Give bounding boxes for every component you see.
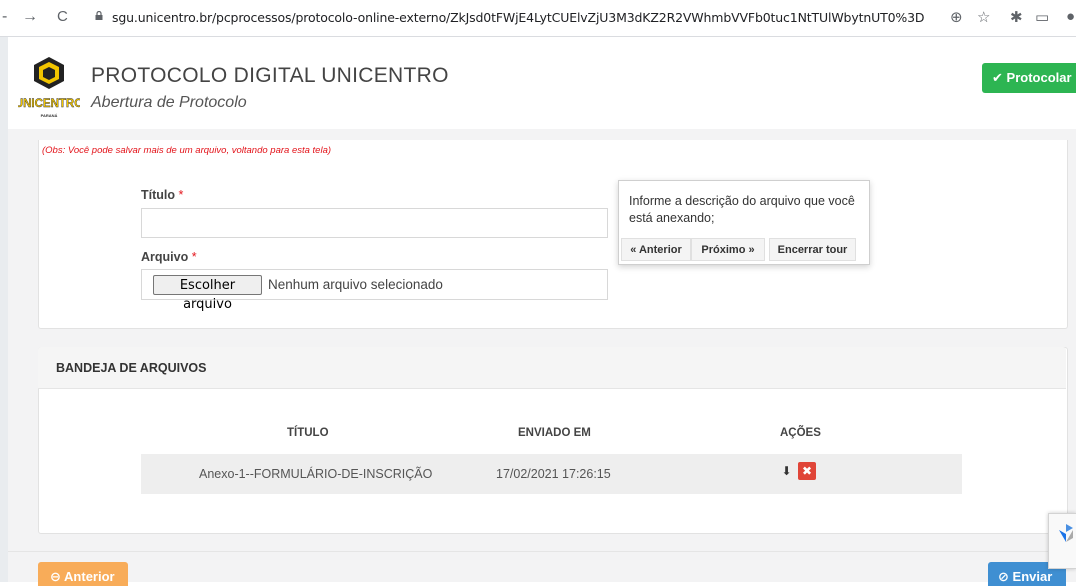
anterior-button[interactable]: ⊖ Anterior — [38, 562, 128, 586]
left-strip — [0, 37, 8, 582]
recaptcha-icon — [1059, 524, 1073, 542]
delete-icon[interactable]: ✖ — [798, 462, 816, 480]
address-bar[interactable]: sgu.unicentro.br/pcprocessos/protocolo-o… — [112, 10, 925, 25]
download-icon[interactable]: ⬇ — [779, 463, 794, 479]
page-header: UNICENTRO PARANÁ PROTOCOLO DIGITAL UNICE… — [8, 37, 1076, 129]
protocolar-label: Protocolar — [1006, 70, 1072, 85]
titulo-label: Título * — [141, 188, 184, 202]
recaptcha-badge[interactable] — [1048, 513, 1076, 569]
arquivo-label: Arquivo * — [141, 250, 197, 264]
lock-icon — [95, 11, 103, 20]
reload-icon[interactable]: C — [57, 8, 68, 26]
tour-next-button[interactable]: Próximo » — [691, 238, 765, 261]
bandeja-title: BANDEJA DE ARQUIVOS — [56, 361, 207, 375]
tour-prev-button[interactable]: « Anterior — [621, 238, 691, 261]
check-icon: ✔ — [992, 70, 1003, 85]
tour-end-button[interactable]: Encerrar tour — [769, 238, 856, 261]
choose-file-button[interactable]: Escolher arquivo — [153, 275, 262, 312]
row-enviado-em: 17/02/2021 17:26:15 — [496, 467, 611, 481]
zoom-icon[interactable]: ⊕ — [950, 8, 963, 26]
star-icon[interactable]: ☆ — [977, 8, 990, 26]
row-titulo: Anexo-1--FORMULÁRIO-DE-INSCRIÇÃO — [199, 467, 433, 481]
profile-icon[interactable]: ● — [1066, 8, 1075, 25]
unicentro-logo: UNICENTRO PARANÁ — [18, 57, 80, 118]
col-acoes: AÇÕES — [780, 427, 821, 439]
col-enviado-em: ENVIADO EM — [518, 427, 591, 439]
page-title: PROTOCOLO DIGITAL UNICENTRO — [91, 64, 449, 87]
browser-toolbar: - → C sgu.unicentro.br/pcprocessos/proto… — [0, 0, 1076, 37]
footer-divider — [8, 551, 1076, 552]
obs-note: (Obs: Você pode salvar mais de um arquiv… — [42, 145, 332, 156]
titulo-input[interactable] — [141, 208, 608, 238]
protocolar-button[interactable]: ✔ Protocolar — [982, 63, 1076, 93]
tour-buttons: « Anterior Próximo » Encerrar tour — [619, 236, 869, 264]
tour-popover: Informe a descrição do arquivo que você … — [618, 180, 870, 265]
back-arrow-icon[interactable]: - — [2, 8, 7, 26]
svg-text:PARANÁ: PARANÁ — [41, 113, 58, 118]
extensions-icon[interactable]: ✱ — [1010, 8, 1023, 26]
forward-arrow-icon[interactable]: → — [22, 8, 38, 26]
col-titulo: TÍTULO — [287, 427, 329, 439]
file-status: Nenhum arquivo selecionado — [268, 277, 443, 292]
cast-icon[interactable]: ▭ — [1035, 8, 1049, 26]
svg-text:UNICENTRO: UNICENTRO — [18, 98, 80, 110]
tour-text: Informe a descrição do arquivo que você … — [629, 194, 855, 225]
page-subtitle: Abertura de Protocolo — [91, 94, 247, 111]
